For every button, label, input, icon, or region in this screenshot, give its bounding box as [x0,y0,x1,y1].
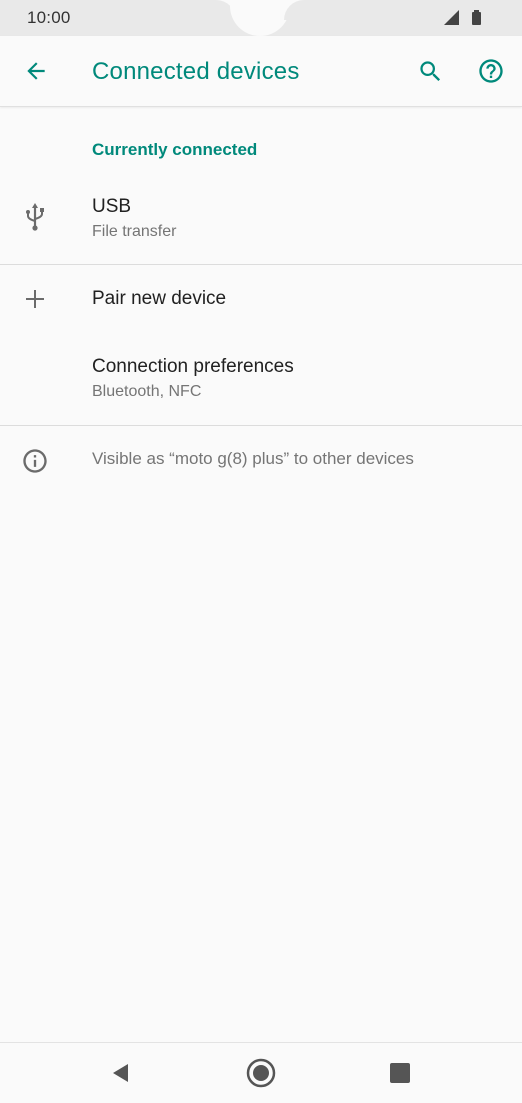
app-bar: Connected devices [0,36,522,107]
usb-icon [20,202,50,232]
nav-home-icon [246,1058,276,1088]
list-item-connection-preferences[interactable]: Connection preferences Bluetooth, NFC [0,340,522,424]
signal-icon [444,10,459,25]
help-circle-icon [479,59,503,83]
arrow-back-icon [27,62,45,80]
back-button[interactable] [16,51,56,91]
camera-notch [230,0,290,36]
nav-back-icon [113,1064,128,1082]
nav-recents-icon [390,1063,410,1083]
usb-subtitle: File transfer [92,223,177,240]
status-icons [442,9,492,27]
notch-edge-right [284,0,304,20]
list-item-pair-new-device[interactable]: Pair new device [0,265,522,333]
divider [0,425,522,426]
help-button[interactable] [471,51,511,91]
status-bar: 10:00 [0,0,522,36]
section-header-currently-connected: Currently connected [92,140,258,159]
connection-preferences-title: Connection preferences [92,356,294,377]
connection-preferences-subtitle: Bluetooth, NFC [92,383,202,400]
battery-icon [472,10,481,25]
list-item-usb[interactable]: USB File transfer [0,180,522,264]
plus-icon [20,284,50,314]
screen: 10:00 Connected devices Currently connec… [0,0,522,1103]
info-icon [20,446,50,476]
search-button[interactable] [410,51,450,91]
nav-home-button[interactable] [243,1055,279,1091]
pair-new-device-label: Pair new device [92,288,227,309]
status-time: 10:00 [27,8,71,27]
search-icon [419,60,440,81]
page-title: Connected devices [92,58,300,85]
navigation-bar [0,1042,522,1103]
nav-back-button[interactable] [102,1055,138,1091]
usb-title: USB [92,196,132,217]
visibility-info-text: Visible as “moto g(8) plus” to other dev… [92,449,414,468]
nav-recents-button[interactable] [382,1055,418,1091]
